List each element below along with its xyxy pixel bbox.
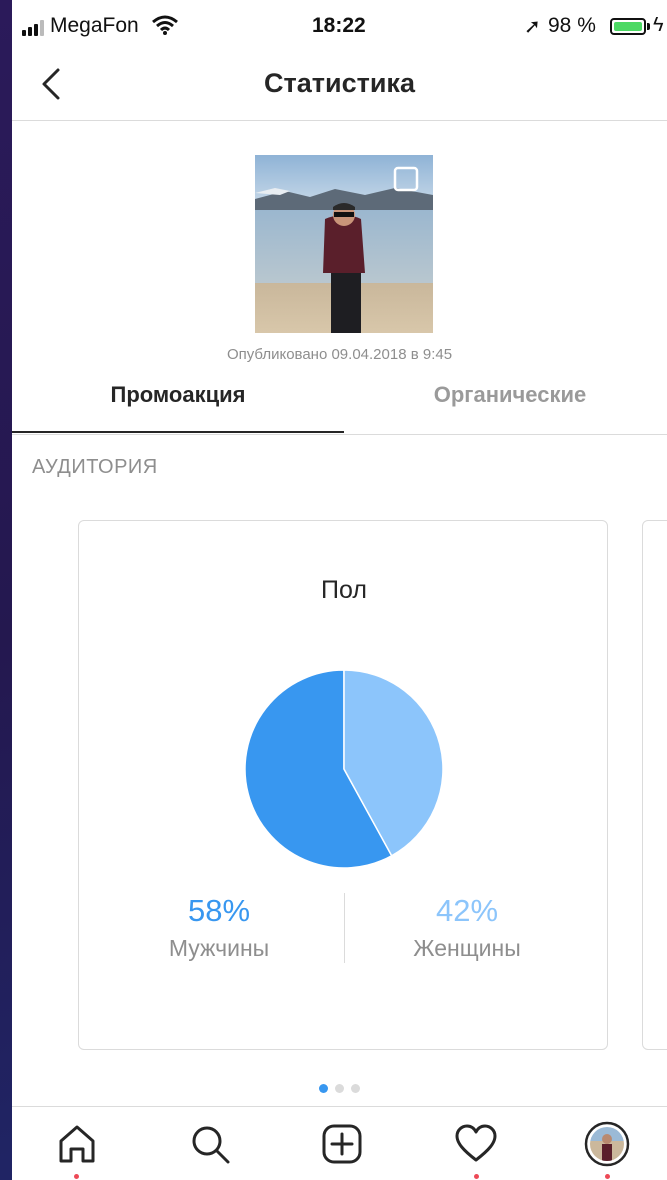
card-title: Пол xyxy=(321,576,367,604)
female-label: Женщины xyxy=(413,935,521,961)
stat-female: 42% Женщины xyxy=(367,893,567,962)
profile-avatar[interactable] xyxy=(584,1121,630,1167)
male-percent: 58% xyxy=(187,893,251,928)
status-bar: MegaFon 18:22 ➚ 98 % ϟ xyxy=(12,0,667,50)
signal-icon xyxy=(22,20,48,36)
activity-heart-icon[interactable] xyxy=(453,1121,499,1167)
stat-divider xyxy=(344,893,345,963)
pager-dot xyxy=(335,1084,344,1093)
battery-icon xyxy=(610,18,646,35)
app-screen: MegaFon 18:22 ➚ 98 % ϟ Статистика Опубли… xyxy=(12,0,667,1180)
battery-tip xyxy=(647,23,650,30)
male-label: Мужчины xyxy=(168,935,270,961)
female-percent: 42% xyxy=(435,893,499,928)
section-heading-audience: АУДИТОРИЯ xyxy=(32,456,158,478)
carousel-pager xyxy=(319,1084,369,1094)
carrier-name: MegaFon xyxy=(50,14,139,37)
post-thumbnail[interactable] xyxy=(255,155,433,333)
charging-icon: ϟ xyxy=(653,14,664,36)
battery-percent: 98 % xyxy=(548,14,596,37)
pager-dot xyxy=(351,1084,360,1093)
clock: 18:22 xyxy=(312,14,366,37)
gender-pie-chart xyxy=(244,669,444,869)
home-notification-dot xyxy=(74,1174,79,1179)
stats-tabs: Промоакция Органические xyxy=(12,370,667,435)
search-icon[interactable] xyxy=(187,1121,233,1167)
stat-male: 58% Мужчины xyxy=(119,893,319,962)
bottom-tab-bar xyxy=(12,1106,667,1180)
gender-card[interactable]: Пол 58% Мужчины 42% Женщины xyxy=(78,520,608,1050)
tab-promo[interactable]: Промоакция xyxy=(12,382,344,408)
location-arrow-icon: ➚ xyxy=(524,16,541,38)
activity-notification-dot xyxy=(474,1174,479,1179)
pager-dot xyxy=(319,1084,328,1093)
profile-notification-dot xyxy=(605,1174,610,1179)
nav-bar: Статистика xyxy=(12,50,667,121)
wifi-icon xyxy=(152,15,178,35)
published-date: Опубликовано 09.04.2018 в 9:45 xyxy=(226,346,453,363)
home-icon[interactable] xyxy=(54,1121,100,1167)
page-title: Статистика xyxy=(264,68,415,98)
tab-organic[interactable]: Органические xyxy=(344,382,667,408)
add-post-icon[interactable] xyxy=(319,1121,365,1167)
next-card-peek[interactable] xyxy=(642,520,667,1050)
active-tab-indicator xyxy=(12,431,344,433)
